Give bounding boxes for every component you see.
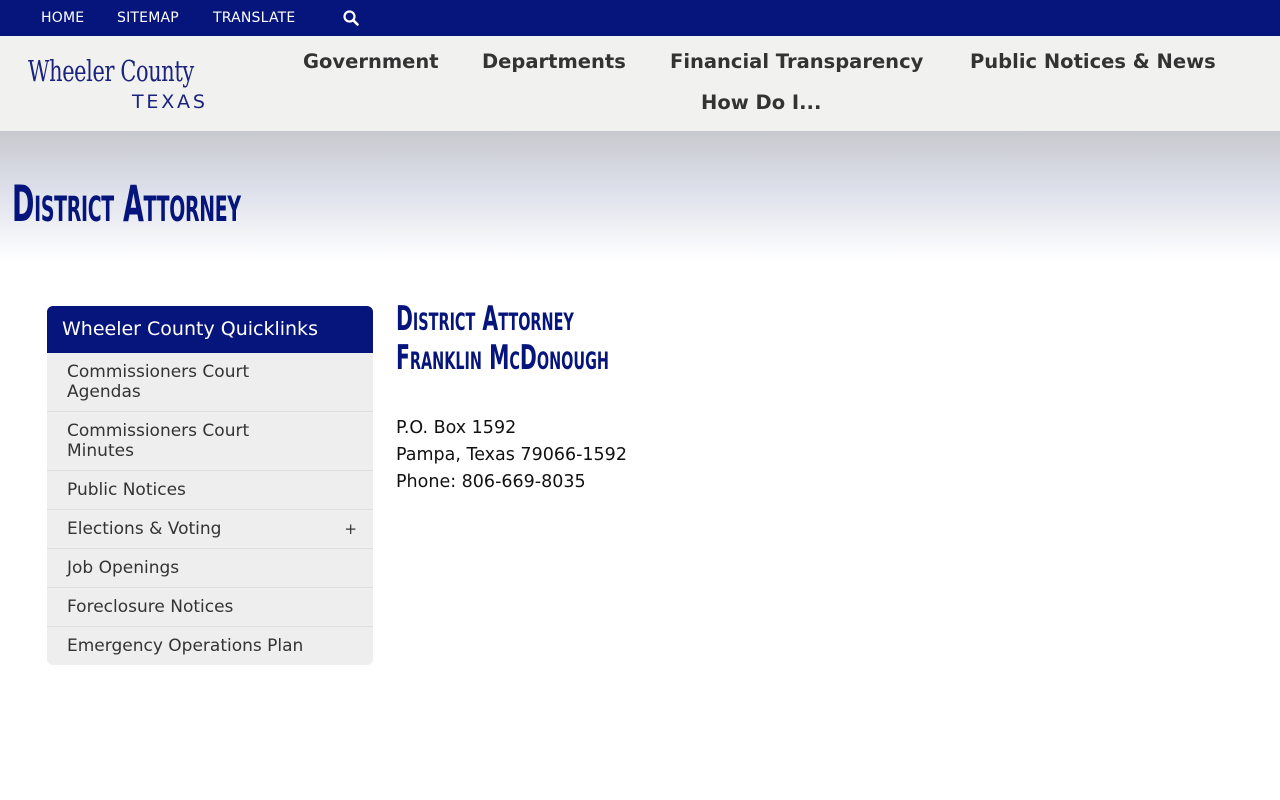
quicklink-item[interactable]: Emergency Operations Plan [47,627,373,665]
quicklink-label: Commissioners Court Agendas [67,362,250,402]
quicklink-label: Public Notices [67,480,186,500]
content-title: District Attorney Franklin McDonough [396,300,816,378]
content-title-line1: District Attorney [396,299,574,339]
county-logo[interactable]: Wheeler County TEXAS [28,54,228,114]
quicklink-item[interactable]: Job Openings [47,549,373,588]
logo-text-state: TEXAS [132,91,208,113]
quicklink-item[interactable]: Commissioners Court Minutes [47,412,373,471]
nav-how-do-i[interactable]: How Do I... [701,91,821,114]
nav-government[interactable]: Government [303,50,439,73]
nav-departments[interactable]: Departments [482,50,626,73]
address-line1: P.O. Box 1592 [396,418,517,438]
quicklink-item[interactable]: Public Notices [47,471,373,510]
address-line2: Pampa, Texas 79066-1592 [396,445,627,465]
quicklink-label: Elections & Voting [67,519,222,539]
site-header: Wheeler County TEXAS Government Departme… [0,36,1280,131]
nav-public-notices-news[interactable]: Public Notices & News [970,50,1216,73]
quicklink-item[interactable]: Commissioners Court Agendas [47,353,373,412]
quicklink-label: Foreclosure Notices [67,597,234,617]
phone-line: Phone: 806-669-8035 [396,472,586,492]
quicklink-item[interactable]: Foreclosure Notices [47,588,373,627]
quicklinks-sidebar: Wheeler County Quicklinks Commissioners … [47,306,373,665]
contact-info: P.O. Box 1592 Pampa, Texas 79066-1592 Ph… [396,415,627,496]
quicklink-label: Emergency Operations Plan [67,636,304,656]
top-link-translate[interactable]: TRANSLATE [213,0,295,36]
logo-text-county: Wheeler County [28,54,194,88]
quicklink-label: Job Openings [67,558,180,578]
top-link-home[interactable]: HOME [41,0,84,36]
quicklink-label: Commissioners Court Minutes [67,421,250,461]
main-content: District Attorney Franklin McDonough P.O… [396,300,1096,493]
content-title-line2: Franklin McDonough [396,338,609,378]
nav-financial-transparency[interactable]: Financial Transparency [670,50,923,73]
page-title: District Attorney [12,175,241,233]
quicklinks-list: Commissioners Court Agendas Commissioner… [47,353,373,665]
quicklinks-heading: Wheeler County Quicklinks [47,306,373,353]
search-icon[interactable] [342,9,360,27]
top-utility-bar: HOME SITEMAP TRANSLATE [0,0,1280,36]
page-banner: District Attorney [0,131,1280,261]
top-link-sitemap[interactable]: SITEMAP [117,0,179,36]
expand-plus-icon[interactable]: + [344,519,357,539]
quicklink-item[interactable]: Elections & Voting + [47,510,373,549]
